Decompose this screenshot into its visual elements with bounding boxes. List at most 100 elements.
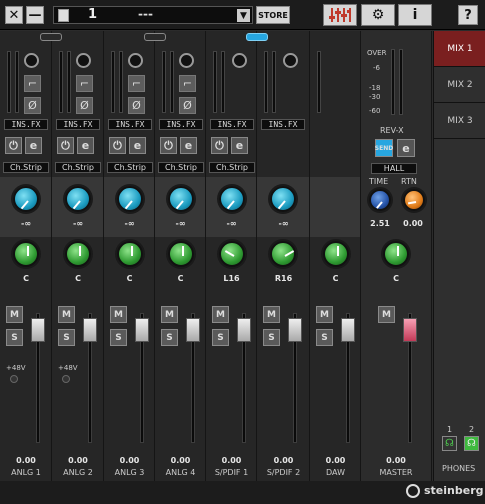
send-knob[interactable]: [117, 186, 143, 212]
insert-fx-label[interactable]: INS.FX: [4, 119, 48, 130]
solo-button[interactable]: S: [316, 329, 333, 346]
pan-knob[interactable]: [168, 241, 194, 267]
spdif-input-icon: [232, 53, 247, 68]
solo-button[interactable]: S: [263, 329, 280, 346]
knob-indicator: [131, 246, 133, 256]
reverb-send-button[interactable]: SEND: [375, 139, 393, 157]
channel-strip-label[interactable]: Ch.Strip: [158, 162, 204, 173]
pan-knob[interactable]: [323, 241, 349, 267]
phase-icon[interactable]: Ø: [24, 97, 41, 114]
info-button[interactable]: i: [398, 4, 432, 26]
tab-mix-2[interactable]: MIX 2: [434, 67, 485, 103]
knob-indicator: [20, 200, 29, 210]
top-bar: ✕ — 1 --- ▼ STORE ⚙ i ?: [0, 0, 485, 30]
pan-knob[interactable]: [219, 241, 245, 267]
channel-strip-label[interactable]: Ch.Strip: [55, 162, 101, 173]
headphone-2-icon[interactable]: ☊: [464, 436, 479, 451]
reverb-type-display[interactable]: HALL: [371, 163, 417, 174]
reverb-rtn-knob[interactable]: [403, 189, 425, 211]
store-button[interactable]: STORE: [256, 6, 290, 24]
solo-button[interactable]: S: [161, 329, 178, 346]
tab-mix-1[interactable]: MIX 1: [434, 31, 485, 67]
channel-strip-label[interactable]: Ch.Strip: [107, 162, 153, 173]
meter-scale-60: -60: [369, 107, 381, 115]
help-button[interactable]: ?: [458, 5, 478, 25]
edit-button[interactable]: e: [231, 137, 248, 154]
insert-fx-label[interactable]: INS.FX: [56, 119, 100, 130]
power-button[interactable]: ⏻: [160, 137, 177, 154]
insert-fx-label[interactable]: INS.FX: [261, 119, 305, 130]
phase-icon[interactable]: Ø: [76, 97, 93, 114]
edit-button[interactable]: e: [25, 137, 42, 154]
pan-knob[interactable]: [13, 241, 39, 267]
channel-fader[interactable]: [135, 318, 149, 342]
phase-icon[interactable]: Ø: [128, 97, 145, 114]
level-meter: [162, 51, 166, 113]
power-button[interactable]: ⏻: [211, 137, 228, 154]
channel-strip-label[interactable]: Ch.Strip: [209, 162, 255, 173]
send-knob[interactable]: [270, 186, 296, 212]
channel-fader[interactable]: [237, 318, 251, 342]
mixer-view-button[interactable]: [323, 4, 357, 26]
reverb-time-label: TIME: [369, 177, 389, 186]
close-button[interactable]: ✕: [5, 6, 23, 24]
hi-z-icon[interactable]: ⌐: [24, 75, 41, 92]
edit-button[interactable]: e: [129, 137, 146, 154]
phantom-power-button[interactable]: [10, 375, 18, 383]
edit-button[interactable]: e: [77, 137, 94, 154]
send-knob[interactable]: [65, 186, 91, 212]
power-button[interactable]: ⏻: [109, 137, 126, 154]
minimize-button[interactable]: —: [26, 6, 44, 24]
settings-button[interactable]: ⚙: [361, 4, 395, 26]
reverb-time-knob[interactable]: [369, 189, 391, 211]
mute-button[interactable]: M: [6, 306, 23, 323]
phase-icon[interactable]: Ø: [179, 97, 196, 114]
tab-mix-3[interactable]: MIX 3: [434, 103, 485, 139]
dropdown-arrow-icon[interactable]: ▼: [237, 9, 250, 22]
solo-button[interactable]: S: [58, 329, 75, 346]
channel-fader[interactable]: [341, 318, 355, 342]
send-value: -∞: [226, 219, 237, 228]
mute-button[interactable]: M: [212, 306, 229, 323]
send-knob[interactable]: [219, 186, 245, 212]
headphone-1-icon[interactable]: ☊: [442, 436, 457, 451]
knob-indicator: [277, 200, 286, 210]
mute-button[interactable]: M: [161, 306, 178, 323]
channel-fader[interactable]: [186, 318, 200, 342]
channel-fader[interactable]: [31, 318, 45, 342]
master-pan-knob[interactable]: [383, 241, 409, 267]
reverb-title: REV-X: [380, 126, 404, 135]
pan-knob[interactable]: [270, 241, 296, 267]
channel-strip-label[interactable]: Ch.Strip: [3, 162, 49, 173]
hi-z-icon[interactable]: ⌐: [179, 75, 196, 92]
pan-knob[interactable]: [65, 241, 91, 267]
insert-fx-label[interactable]: INS.FX: [108, 119, 152, 130]
scene-selector[interactable]: 1 --- ▼: [53, 6, 253, 24]
phantom-power-button[interactable]: [62, 375, 70, 383]
send-value: -∞: [21, 219, 31, 228]
solo-button[interactable]: S: [6, 329, 23, 346]
mute-button[interactable]: M: [263, 306, 280, 323]
mute-button[interactable]: M: [58, 306, 75, 323]
solo-button[interactable]: S: [212, 329, 229, 346]
reverb-edit-button[interactable]: e: [397, 139, 415, 157]
master-mute-button[interactable]: M: [378, 306, 395, 323]
channel-fader[interactable]: [83, 318, 97, 342]
hi-z-icon[interactable]: ⌐: [128, 75, 145, 92]
channel-strip-4: ⌐ Ø INS.FX ⏻ e Ch.Strip -∞ C M S 0.00 ANLG 4: [155, 31, 206, 481]
mute-button[interactable]: M: [110, 306, 127, 323]
insert-fx-label[interactable]: INS.FX: [210, 119, 254, 130]
channel-fader[interactable]: [288, 318, 302, 342]
pan-value: R16: [274, 274, 293, 283]
send-knob[interactable]: [168, 186, 194, 212]
power-button[interactable]: ⏻: [57, 137, 74, 154]
send-knob[interactable]: [13, 186, 39, 212]
power-button[interactable]: ⏻: [5, 137, 22, 154]
edit-button[interactable]: e: [180, 137, 197, 154]
mute-button[interactable]: M: [316, 306, 333, 323]
master-fader[interactable]: [403, 318, 417, 342]
pan-knob[interactable]: [117, 241, 143, 267]
solo-button[interactable]: S: [110, 329, 127, 346]
insert-fx-label[interactable]: INS.FX: [159, 119, 203, 130]
hi-z-icon[interactable]: ⌐: [76, 75, 93, 92]
